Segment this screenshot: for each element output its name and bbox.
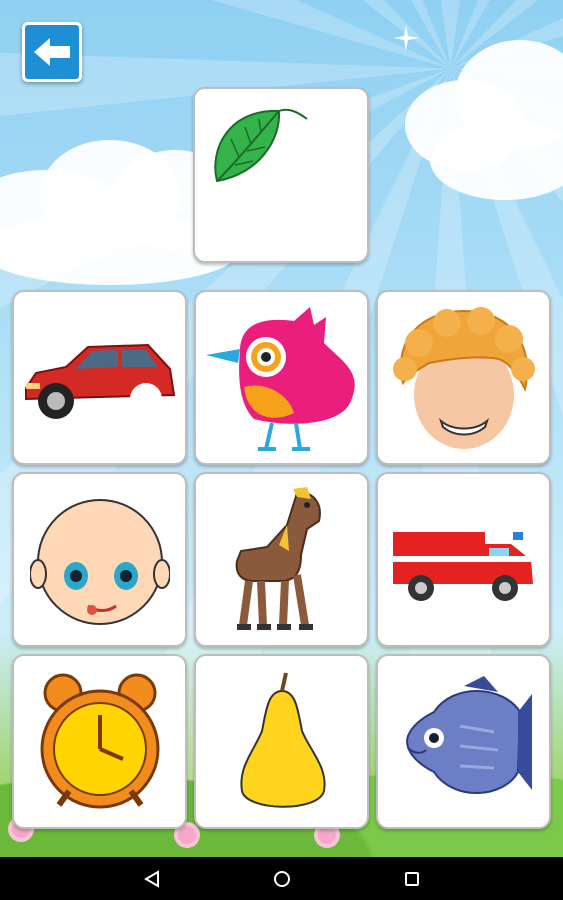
nav-back-icon xyxy=(143,869,160,888)
back-button[interactable] xyxy=(22,22,82,82)
pear-icon xyxy=(232,667,332,817)
choice-card-bird[interactable] xyxy=(194,290,369,465)
nav-recents-button[interactable] xyxy=(392,859,432,899)
horse-icon xyxy=(227,485,337,635)
choice-card-pear[interactable] xyxy=(194,654,369,829)
nav-home-icon xyxy=(273,870,291,888)
nav-recents-icon xyxy=(404,871,420,887)
choice-card-clock[interactable] xyxy=(12,654,187,829)
choice-card-boy-face[interactable] xyxy=(376,290,551,465)
pink-bird-icon xyxy=(204,303,360,453)
alarm-clock-icon xyxy=(35,667,165,817)
nav-back-button[interactable] xyxy=(132,859,172,899)
nav-home-button[interactable] xyxy=(262,859,302,899)
arrow-left-icon xyxy=(32,36,72,68)
choice-card-fish[interactable] xyxy=(376,654,551,829)
choice-card-horse[interactable] xyxy=(194,472,369,647)
choice-card-baby-face[interactable] xyxy=(12,472,187,647)
leaf-icon xyxy=(209,99,309,184)
curly-hair-boy-icon xyxy=(389,303,539,453)
fish-icon xyxy=(394,672,534,812)
choice-card-fire-truck[interactable] xyxy=(376,472,551,647)
flower-decoration xyxy=(178,826,196,844)
fire-truck-icon xyxy=(389,510,539,610)
red-car-icon xyxy=(22,333,178,423)
target-card xyxy=(193,87,369,263)
baby-face-icon xyxy=(29,490,170,630)
choice-card-car[interactable] xyxy=(12,290,187,465)
sun-sparkle-icon xyxy=(393,25,419,51)
system-nav-bar xyxy=(0,857,563,900)
